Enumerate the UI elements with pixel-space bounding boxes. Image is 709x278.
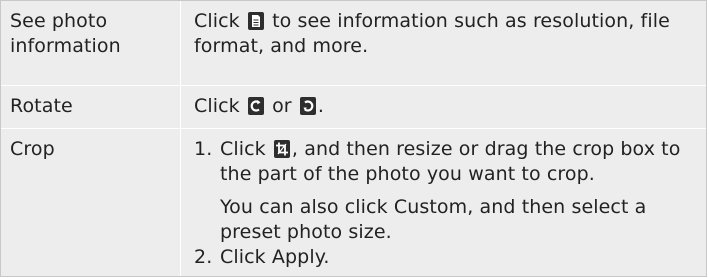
rotate-right-icon — [299, 97, 316, 115]
text: Click — [194, 95, 240, 117]
step-number: 2. — [194, 246, 213, 268]
custom-term: Custom — [393, 196, 468, 218]
row-label: Crop — [10, 138, 55, 160]
text: or — [272, 95, 292, 117]
rotate-left-icon — [247, 97, 264, 115]
text: Click — [194, 10, 240, 32]
row-label: Rotate — [10, 95, 73, 117]
step-text: Click , and then resize or drag the crop… — [220, 137, 698, 187]
table-row: Rotate Click or . — [1, 86, 706, 128]
step-note: You can also click Custom, and then sele… — [220, 195, 698, 245]
text: . — [323, 246, 330, 268]
step-text: Click Apply. — [220, 245, 698, 270]
row-description: Click or . — [194, 94, 699, 119]
info-doc-icon — [247, 12, 264, 30]
apply-term: Apply — [271, 246, 324, 268]
table-row: See photo information Click to see infor… — [1, 1, 706, 85]
step-number: 1. — [194, 138, 213, 160]
row-description: 1. Click , and then resize or drag the c… — [194, 137, 699, 272]
text: Click — [220, 246, 266, 268]
crop-icon — [273, 140, 290, 158]
text: Click — [220, 138, 266, 160]
text: to see information such as resolution, f… — [194, 10, 670, 57]
text: . — [317, 95, 324, 117]
text: You can also click — [220, 196, 388, 218]
row-label: See photo information — [10, 10, 121, 57]
table-row: Crop 1. Click , and then resize or drag … — [1, 129, 706, 278]
row-description: Click to see information such as resolut… — [194, 9, 699, 59]
feature-table: See photo information Click to see infor… — [0, 0, 707, 277]
